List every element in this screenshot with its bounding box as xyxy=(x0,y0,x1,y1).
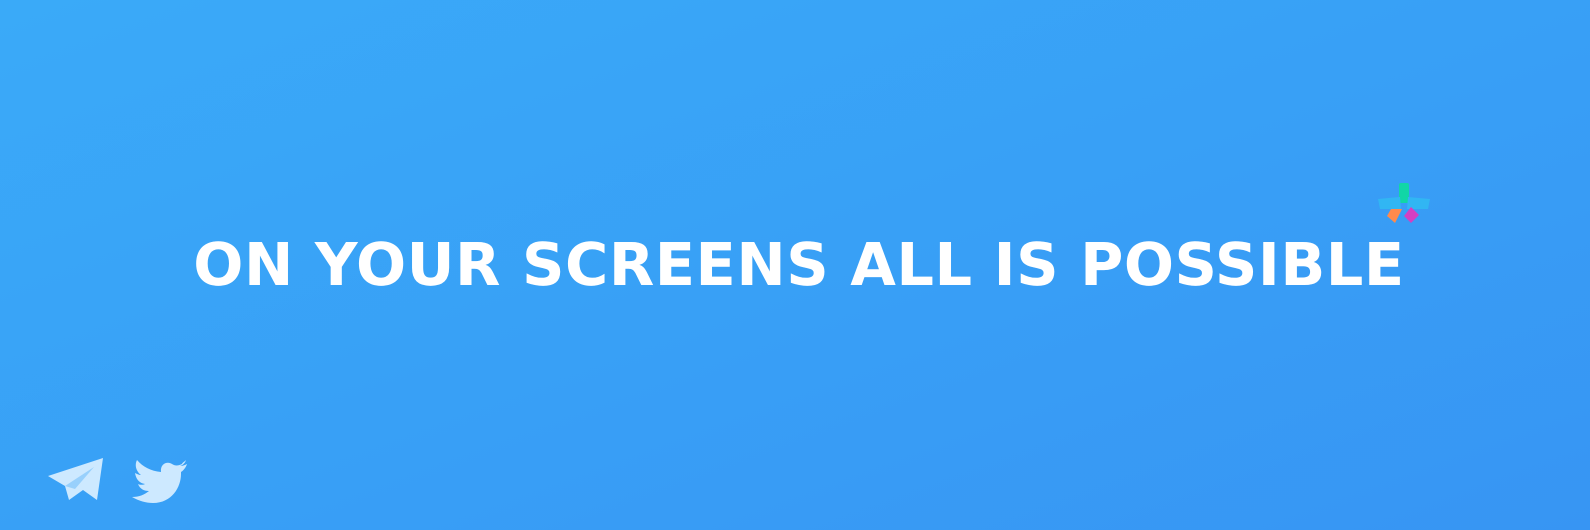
headline: ON YOUR SCREENS ALL IS POSSIBLE xyxy=(193,229,1405,299)
telegram-icon xyxy=(48,458,103,500)
twitter-link[interactable] xyxy=(129,456,189,504)
social-links xyxy=(45,456,189,504)
sparkle-logo-icon xyxy=(1378,183,1430,223)
headline-container: ON YOUR SCREENS ALL IS POSSIBLE xyxy=(0,226,1590,302)
twitter-icon xyxy=(132,460,187,503)
hero-banner: ON YOUR SCREENS ALL IS POSSIBLE xyxy=(0,0,1590,530)
telegram-link[interactable] xyxy=(45,456,105,504)
